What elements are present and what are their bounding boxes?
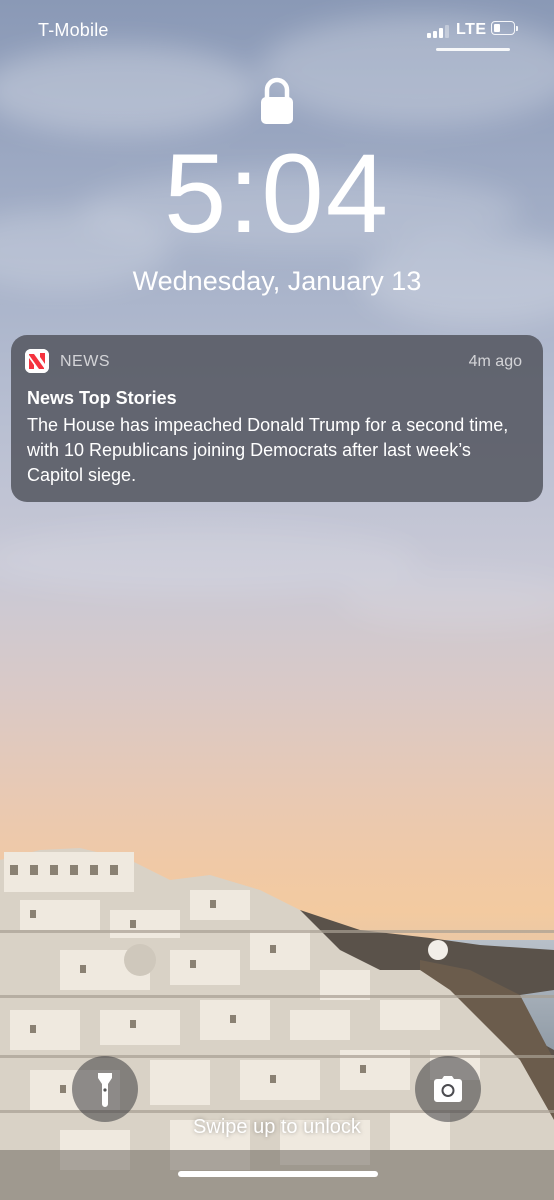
home-indicator[interactable] <box>178 1171 378 1177</box>
apple-news-icon <box>25 349 49 373</box>
control-center-indicator[interactable] <box>436 48 510 51</box>
swipe-up-hint: Swipe up to unlock <box>193 1116 361 1138</box>
camera-button[interactable] <box>415 1056 481 1122</box>
lock-screen-date: Wednesday, January 13 <box>132 266 422 296</box>
notification-title: News Top Stories <box>27 388 177 408</box>
flashlight-icon <box>98 1073 112 1107</box>
wallpaper-town <box>0 848 554 1200</box>
notification-app-name: NEWS <box>60 353 110 370</box>
carrier-label: T-Mobile <box>38 20 109 40</box>
status-bar: T-Mobile LTE <box>0 0 554 60</box>
notification-body: The House has impeached Donald Trump for… <box>27 415 509 485</box>
network-type-label: LTE <box>456 21 487 38</box>
lock-screen-time: 5:04 <box>164 131 390 256</box>
lock-icon <box>261 77 293 124</box>
cellular-signal-icon <box>427 24 451 38</box>
camera-icon <box>434 1076 462 1102</box>
notification-timestamp: 4m ago <box>468 353 522 370</box>
battery-icon <box>491 21 519 37</box>
flashlight-button[interactable] <box>72 1056 138 1122</box>
news-notification[interactable]: NEWS 4m ago News Top Stories The House h… <box>11 335 543 502</box>
